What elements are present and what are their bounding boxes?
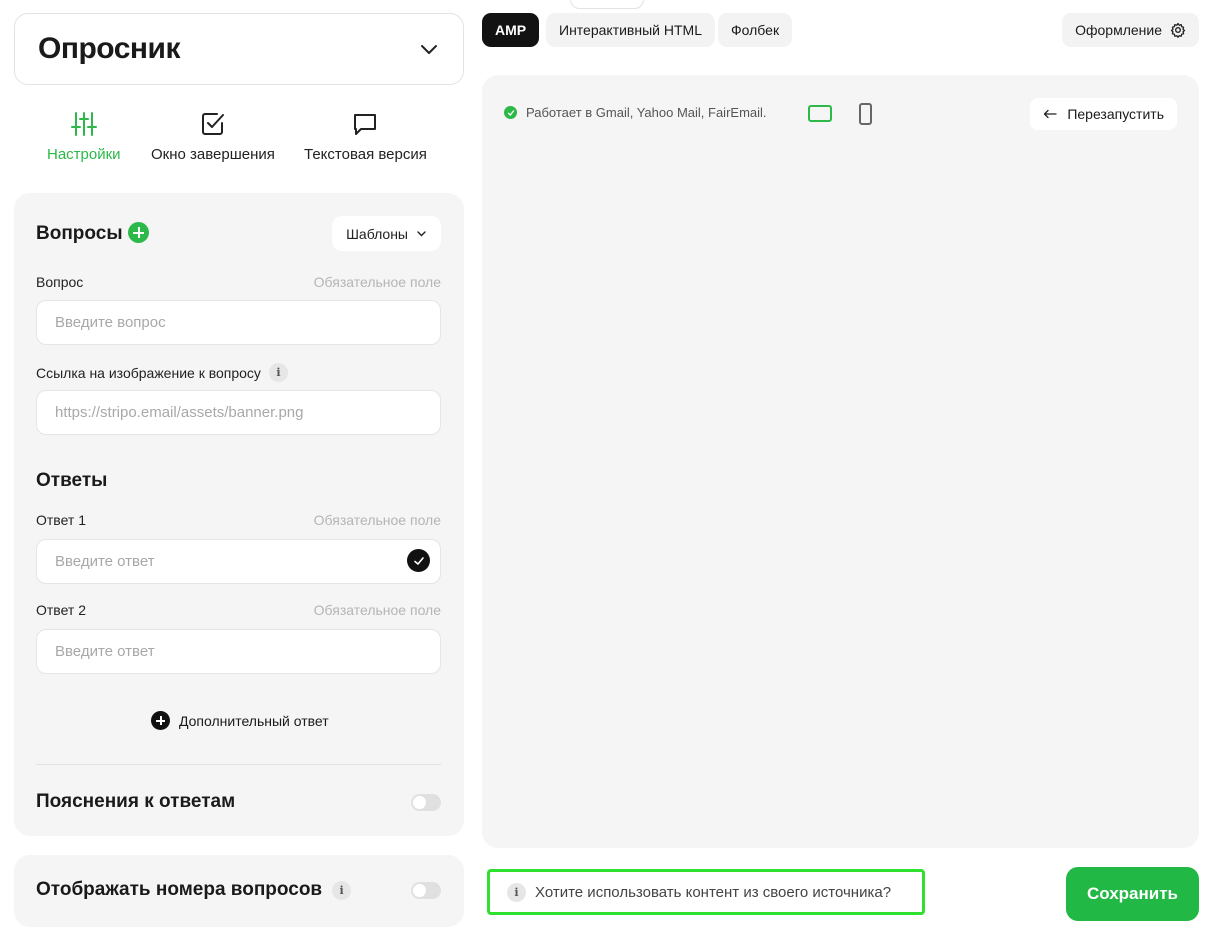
- tab-amp[interactable]: AMP: [482, 13, 540, 47]
- design-button[interactable]: Оформление: [1062, 13, 1199, 47]
- answer-2-input[interactable]: [36, 629, 441, 674]
- numbering-panel: Отображать номера вопросов i: [14, 855, 464, 927]
- checkbox-icon: [201, 113, 224, 135]
- sliders-icon: [70, 112, 97, 136]
- gear-icon: [1170, 22, 1186, 38]
- widget-type-dropdown[interactable]: Опросник: [14, 13, 464, 85]
- numbering-toggle[interactable]: [411, 882, 441, 899]
- mobile-view-icon[interactable]: [859, 103, 872, 125]
- explanations-title: Пояснения к ответам: [36, 791, 236, 812]
- restart-button[interactable]: Перезапустить: [1030, 98, 1177, 130]
- mode-tabs: Настройки Окно завершения Текстовая верс…: [14, 110, 464, 170]
- question-input[interactable]: [36, 300, 441, 345]
- check-circle-icon: [504, 106, 517, 119]
- questions-panel: Вопросы Шаблоны Вопрос Обязательное поле…: [14, 193, 464, 836]
- answer-1-label: Ответ 1: [36, 512, 86, 528]
- custom-source-link[interactable]: i Хотите использовать контент из своего …: [487, 869, 925, 915]
- templates-label: Шаблоны: [346, 225, 408, 242]
- tab-text-version[interactable]: Текстовая версия: [304, 110, 427, 163]
- compatibility-note: Работает в Gmail, Yahoo Mail, FairEmail.: [504, 105, 767, 120]
- chat-bubble-icon: [354, 114, 377, 135]
- tab-settings-label: Настройки: [47, 146, 121, 163]
- tab-completion-label: Окно завершения: [151, 146, 275, 163]
- image-link-label-text: Ссылка на изображение к вопросу: [36, 364, 261, 381]
- templates-button[interactable]: Шаблоны: [332, 216, 441, 251]
- compatibility-text: Работает в Gmail, Yahoo Mail, FairEmail.: [526, 105, 767, 120]
- add-question-icon[interactable]: [128, 222, 149, 243]
- image-link-label: Ссылка на изображение к вопросу i: [36, 363, 288, 382]
- tab-settings[interactable]: Настройки: [47, 110, 121, 163]
- save-button[interactable]: Сохранить: [1066, 867, 1199, 921]
- tab-stub: [570, 0, 644, 9]
- arrow-left-icon: [1044, 109, 1057, 119]
- custom-source-text: Хотите использовать контент из своего ис…: [535, 883, 892, 901]
- add-answer-label: Дополнительный ответ: [179, 712, 329, 729]
- info-icon[interactable]: i: [268, 363, 288, 382]
- desktop-view-icon[interactable]: [808, 105, 832, 122]
- questions-title: Вопросы: [36, 223, 123, 244]
- required-hint: Обязательное поле: [313, 602, 441, 618]
- design-label: Оформление: [1075, 22, 1162, 38]
- restart-label: Перезапустить: [1067, 106, 1164, 122]
- correct-answer-check-icon[interactable]: [407, 549, 430, 572]
- info-icon[interactable]: i: [332, 880, 352, 900]
- info-icon: i: [507, 882, 526, 902]
- numbering-title: Отображать номера вопросов i: [36, 879, 352, 901]
- widget-title: Опросник: [38, 32, 180, 65]
- image-link-input[interactable]: [36, 390, 441, 435]
- chevron-down-icon: [421, 45, 437, 54]
- answers-title: Ответы: [36, 470, 108, 491]
- add-answer-button[interactable]: Дополнительный ответ: [151, 711, 329, 730]
- tab-text-version-label: Текстовая версия: [304, 146, 427, 163]
- divider: [36, 764, 441, 765]
- tab-completion-window[interactable]: Окно завершения: [151, 110, 275, 163]
- question-label: Вопрос: [36, 274, 84, 290]
- preview-area: Работает в Gmail, Yahoo Mail, FairEmail.…: [482, 75, 1199, 848]
- tab-fallback[interactable]: Фолбек: [718, 13, 793, 47]
- explanations-toggle[interactable]: [411, 794, 441, 811]
- numbering-title-text: Отображать номера вопросов: [36, 879, 323, 900]
- tab-interactive-html[interactable]: Интерактивный HTML: [546, 13, 715, 47]
- plus-icon: [151, 711, 170, 730]
- answer-1-input[interactable]: [36, 539, 441, 584]
- required-hint: Обязательное поле: [313, 512, 441, 528]
- required-hint: Обязательное поле: [313, 274, 441, 290]
- chevron-down-icon: [417, 231, 426, 237]
- answer-2-label: Ответ 2: [36, 602, 86, 618]
